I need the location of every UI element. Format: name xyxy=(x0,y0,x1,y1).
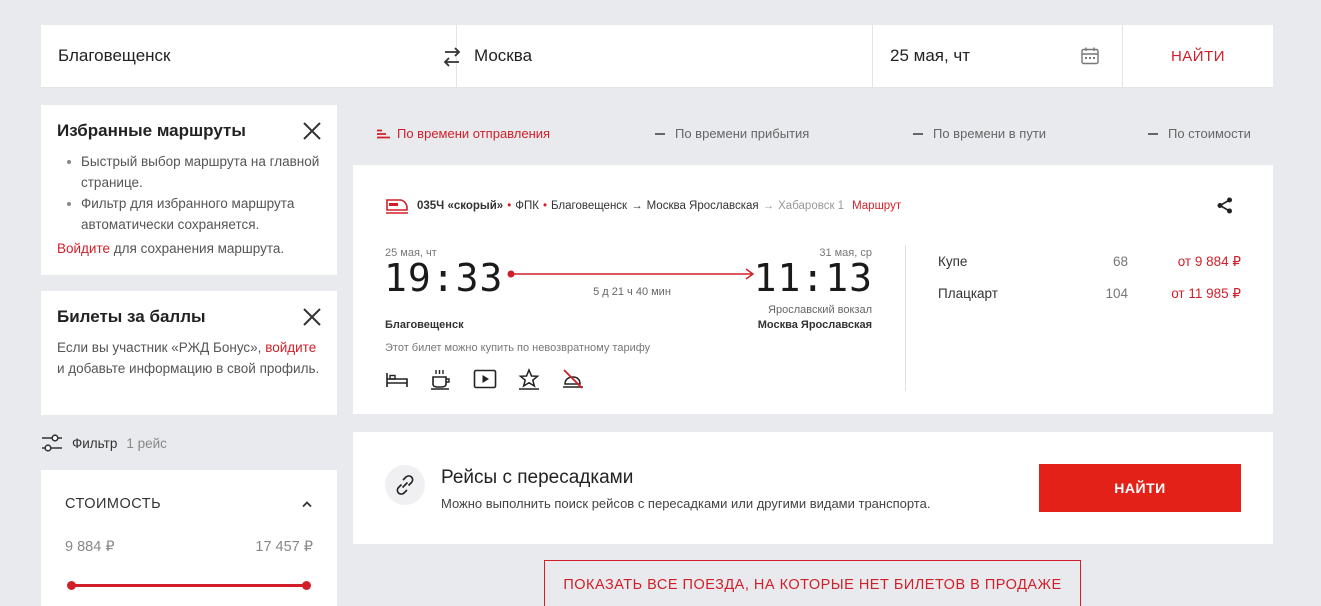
dash-icon xyxy=(655,132,665,135)
departure-time: 19:33 xyxy=(384,256,504,300)
slider-track xyxy=(71,584,307,587)
divider xyxy=(905,245,906,391)
price-filter-title: СТОИМОСТЬ xyxy=(65,496,162,512)
sort-tab-price[interactable]: По стоимости xyxy=(1148,126,1251,141)
close-icon[interactable] xyxy=(301,306,323,328)
search-find-label: НАЙТИ xyxy=(1170,47,1226,65)
favorites-login-link[interactable]: Войдите xyxy=(57,241,110,256)
price-max: 17 457 ₽ xyxy=(255,539,313,555)
bonus-text: Если вы участник «РЖД Бонус», войдите и … xyxy=(57,337,321,379)
star-icon xyxy=(518,368,540,390)
favorites-card: Избранные маршруты Быстрый выбор маршрут… xyxy=(41,105,337,275)
sort-tab-label: По времени прибытия xyxy=(675,126,810,141)
price-slider[interactable] xyxy=(65,580,313,590)
date-field[interactable]: 25 мая, чт xyxy=(873,25,1123,87)
no-pets-icon xyxy=(563,369,583,389)
play-icon xyxy=(473,369,497,389)
dash-icon xyxy=(913,132,923,135)
chain-link-icon xyxy=(396,475,414,495)
arrival-city: Москва Ярославская xyxy=(757,319,872,331)
arrival-station: Ярославский вокзал xyxy=(768,304,872,316)
sort-lines-icon xyxy=(377,129,390,138)
date-value: 25 мая, чт xyxy=(890,46,971,65)
car-class-name: Купе xyxy=(938,254,968,269)
transfers-card: Рейсы с пересадками Можно выполнить поис… xyxy=(353,432,1273,544)
list-item: Быстрый выбор маршрута на главной страни… xyxy=(57,151,321,193)
separator-dot: • xyxy=(542,200,547,212)
bonus-text-suffix: и добавьте информацию в свой профиль. xyxy=(57,361,320,376)
list-item: Фильтр для избранного маршрута автоматич… xyxy=(57,193,321,235)
train-carrier: ФПК xyxy=(515,200,539,212)
sort-tab-label: По времени отправления xyxy=(397,126,551,141)
bonus-title: Билеты за баллы xyxy=(57,307,206,326)
car-class-name: Плацкарт xyxy=(938,286,998,301)
bonus-text-prefix: Если вы участник «РЖД Бонус», xyxy=(57,340,266,355)
bed-icon xyxy=(386,373,408,387)
from-value: Благовещенск xyxy=(58,46,171,65)
route-next: Хабаровск 1 xyxy=(778,200,845,212)
calendar-icon[interactable] xyxy=(1080,46,1100,66)
dash-icon xyxy=(1148,132,1158,135)
chevron-up-icon[interactable] xyxy=(301,500,313,508)
to-value: Москва xyxy=(474,46,533,65)
favorites-title: Избранные маршруты xyxy=(57,121,246,140)
amenities xyxy=(385,368,585,390)
price-range: 9 884 ₽ 17 457 ₽ xyxy=(65,539,313,555)
swap-icon[interactable] xyxy=(441,45,463,69)
sort-tab-label: По стоимости xyxy=(1168,126,1251,141)
favorites-login-line: Войдите для сохранения маршрута. xyxy=(57,241,321,256)
travel-duration: 5 д 21 ч 40 мин xyxy=(593,286,671,298)
train-number: 035Ч «скорый» xyxy=(417,200,504,212)
filter-label: Фильтр xyxy=(72,435,118,451)
arrow-right-icon: → xyxy=(631,200,643,212)
filter-count: 1 рейс xyxy=(126,435,167,451)
show-all-trains-button[interactable]: ПОКАЗАТЬ ВСЕ ПОЕЗДА, НА КОТОРЫЕ НЕТ БИЛЕ… xyxy=(544,560,1081,606)
car-class-seats: 68 xyxy=(1112,254,1128,269)
sort-tabs: По времени отправления По времени прибыт… xyxy=(377,126,1253,144)
search-bar: Благовещенск Москва 25 мая, чт НАЙТИ xyxy=(41,25,1273,88)
price-filter-header[interactable]: СТОИМОСТЬ xyxy=(65,496,313,512)
route-to: Москва Ярославская xyxy=(646,200,759,212)
train-card[interactable]: 035Ч «скорый» • ФПК • Благовещенск → Мос… xyxy=(353,165,1273,414)
bonus-card: Билеты за баллы Если вы участник «РЖД Бо… xyxy=(41,291,337,415)
transfer-icon-badge xyxy=(385,465,425,505)
coffee-cup-icon xyxy=(431,370,450,390)
tariff-note: Этот билет можно купить по невозвратному… xyxy=(385,342,651,354)
slider-handle-min[interactable] xyxy=(67,581,76,590)
search-find-button[interactable]: НАЙТИ xyxy=(1123,25,1273,87)
car-class-price: от 11 985 ₽ xyxy=(1171,286,1241,301)
sort-tab-departure[interactable]: По времени отправления xyxy=(377,126,550,141)
route-from: Благовещенск xyxy=(550,200,628,212)
journey-arrow xyxy=(507,268,755,280)
sort-tab-travel-time[interactable]: По времени в пути xyxy=(913,126,1046,141)
route-link[interactable]: Маршрут xyxy=(852,200,901,212)
close-icon[interactable] xyxy=(301,120,323,142)
filter-toggle[interactable]: Фильтр 1 рейс xyxy=(41,433,167,453)
slider-handle-max[interactable] xyxy=(302,581,311,590)
arrival-time: 11:13 xyxy=(753,256,873,300)
favorites-login-suffix: для сохранения маршрута. xyxy=(110,241,285,256)
departure-city: Благовещенск xyxy=(385,319,464,331)
price-min: 9 884 ₽ xyxy=(65,539,115,555)
transfers-title: Рейсы с пересадками xyxy=(441,467,634,488)
car-class-price: от 9 884 ₽ xyxy=(1177,254,1241,269)
bonus-login-link[interactable]: войдите xyxy=(265,340,316,355)
car-class-row[interactable]: Купе 68 от 9 884 ₽ xyxy=(938,254,1241,270)
sort-tab-label: По времени в пути xyxy=(933,126,1047,141)
price-filter-card: СТОИМОСТЬ 9 884 ₽ 17 457 ₽ xyxy=(41,470,337,606)
car-class-seats: 104 xyxy=(1105,286,1128,301)
sort-tab-arrival[interactable]: По времени прибытия xyxy=(655,126,809,141)
car-class-row[interactable]: Плацкарт 104 от 11 985 ₽ xyxy=(938,286,1241,302)
share-icon[interactable] xyxy=(1217,197,1233,214)
train-header: 035Ч «скорый» • ФПК • Благовещенск → Мос… xyxy=(385,197,901,215)
separator-dot: • xyxy=(507,200,512,212)
train-icon xyxy=(386,199,408,214)
favorites-list: Быстрый выбор маршрута на главной страни… xyxy=(57,151,321,235)
filter-sliders-icon xyxy=(42,434,62,452)
transfers-find-button[interactable]: НАЙТИ xyxy=(1039,464,1241,512)
from-field[interactable]: Благовещенск xyxy=(41,25,457,87)
arrow-right-icon: → xyxy=(762,200,775,212)
to-field[interactable]: Москва xyxy=(443,25,873,87)
transfers-description: Можно выполнить поиск рейсов с пересадка… xyxy=(441,496,931,511)
